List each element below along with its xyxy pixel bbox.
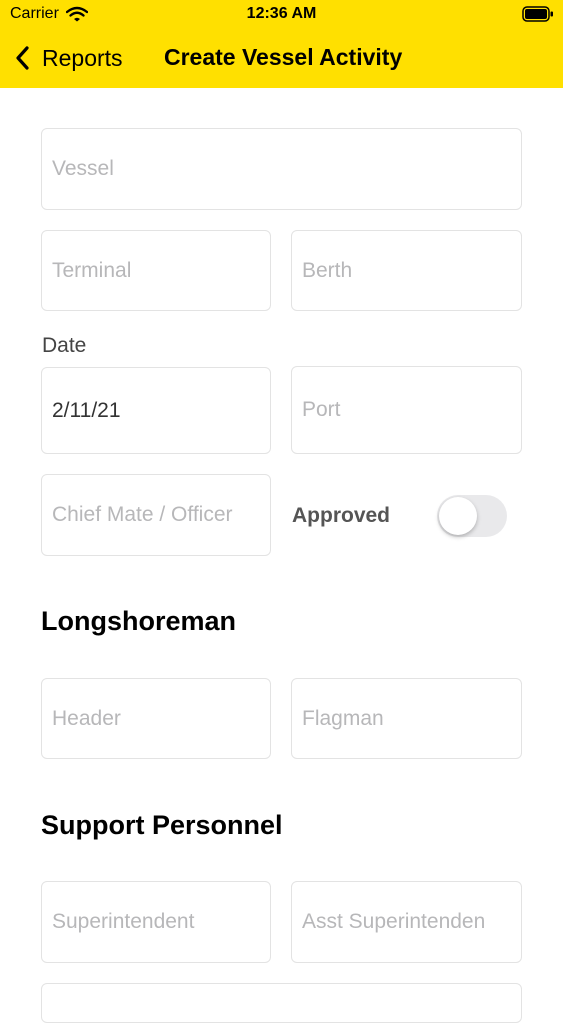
approved-label: Approved [292, 504, 391, 527]
back-button[interactable]: Reports [12, 40, 123, 76]
port-input[interactable] [292, 367, 521, 453]
superintendent-field[interactable] [41, 881, 271, 963]
chevron-left-icon [16, 46, 29, 70]
longshoreman-section-title: Longshoreman [41, 606, 237, 636]
asst-superintendent-field[interactable] [291, 881, 522, 963]
port-field[interactable] [291, 366, 522, 454]
date-picker[interactable]: 2/11/21 [41, 367, 271, 454]
approved-toggle[interactable] [437, 495, 507, 537]
berth-field[interactable] [291, 230, 522, 311]
flagman-field[interactable] [291, 678, 522, 759]
navigation-bar: Carrier 12:36 AM Reports Create Vessel A… [0, 0, 563, 88]
toggle-knob [439, 497, 477, 535]
vessel-input[interactable] [42, 129, 521, 209]
header-input[interactable] [42, 679, 270, 758]
battery-icon [522, 6, 553, 22]
page-title: Create Vessel Activity [164, 44, 403, 70]
back-button-label: Reports [42, 44, 123, 71]
support-personnel-section-title: Support Personnel [41, 810, 283, 840]
superintendent-input[interactable] [42, 882, 270, 962]
berth-input[interactable] [292, 231, 521, 310]
flagman-input[interactable] [292, 679, 521, 758]
terminal-field[interactable] [41, 230, 271, 311]
header-field[interactable] [41, 678, 271, 759]
chief-mate-field[interactable] [41, 474, 271, 556]
terminal-input[interactable] [42, 231, 270, 310]
next-field[interactable] [41, 983, 522, 1023]
date-label: Date [42, 334, 87, 357]
chief-mate-input[interactable] [42, 475, 270, 555]
status-time: 12:36 AM [246, 5, 317, 22]
asst-superintendent-input[interactable] [292, 882, 521, 962]
date-value: 2/11/21 [52, 398, 121, 422]
vessel-field[interactable] [41, 128, 522, 210]
